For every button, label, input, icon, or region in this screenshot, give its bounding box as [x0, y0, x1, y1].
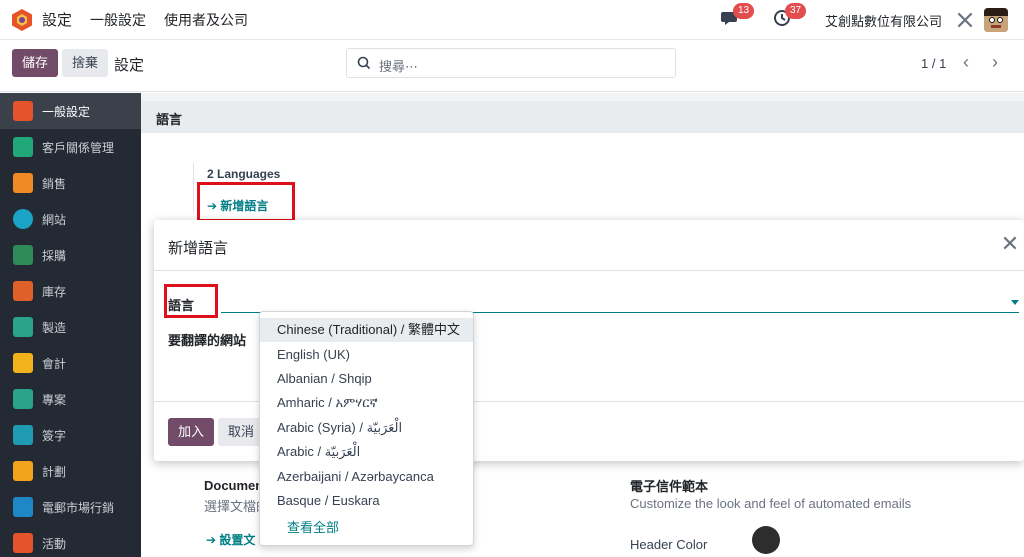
sidebar-item-crm[interactable]: 客戶關係管理: [0, 129, 141, 165]
project-icon: [13, 389, 33, 409]
sidebar-item-label: 活動: [42, 536, 67, 551]
pager-prev-icon[interactable]: ‹: [954, 50, 978, 76]
sidebar-item-website[interactable]: 網站: [0, 201, 141, 237]
close-icon[interactable]: ✕: [998, 232, 1022, 256]
section-header-languages: 語言: [141, 101, 1024, 133]
pager-value[interactable]: 1 / 1: [921, 56, 946, 71]
language-count: 2 Languages: [207, 167, 281, 181]
activities-button[interactable]: 37: [773, 3, 807, 31]
language-dropdown: Chinese (Traditional) / 繁體中文 English (UK…: [259, 311, 474, 546]
cancel-button[interactable]: 取消: [218, 418, 265, 446]
add-button[interactable]: 加入: [168, 418, 215, 446]
top-right-tray: 13 37 艾創點數位有限公司: [720, 0, 1008, 40]
sales-icon: [13, 173, 33, 193]
dialog-title: 新增語言: [168, 240, 229, 257]
sidebar-item-inventory[interactable]: 庫存: [0, 273, 141, 309]
sidebar-item-label: 電郵市場行銷: [42, 500, 115, 515]
highlight-box-add-language: [197, 182, 295, 222]
sign-icon: [13, 425, 33, 445]
sidebar-item-label: 庫存: [42, 284, 67, 299]
dropdown-option[interactable]: Basque / Euskara: [260, 489, 473, 513]
messages-button[interactable]: 13: [720, 3, 755, 31]
user-avatar[interactable]: [984, 8, 1008, 32]
sidebar-item-manufacturing[interactable]: 製造: [0, 309, 141, 345]
top-navbar: 設定 一般設定 使用者及公司 13 37 艾創點數位有限公司: [0, 0, 1024, 40]
save-button[interactable]: 儲存: [12, 49, 59, 77]
dropdown-option[interactable]: English (UK): [260, 343, 473, 367]
email-template-desc: Customize the look and feel of automated…: [630, 496, 912, 511]
search-input[interactable]: 搜尋⋯: [346, 48, 676, 78]
dropdown-option[interactable]: Arabic (Syria) / الْعَرَبيّة: [260, 416, 473, 440]
sidebar-item-label: 簽字: [42, 428, 67, 443]
accounting-icon: [13, 353, 33, 373]
pager-next-icon[interactable]: ›: [983, 50, 1007, 76]
planning-icon: [13, 461, 33, 481]
sidebar-item-label: 專案: [42, 392, 67, 407]
websites-field-label: 要翻譯的網站: [168, 333, 247, 348]
sidebar-item-label: 採購: [42, 248, 67, 263]
general-settings-icon: [13, 101, 33, 121]
app-title[interactable]: 設定: [42, 9, 72, 30]
sidebar-item-general-settings[interactable]: 一般設定: [0, 93, 141, 129]
sidebar-item-label: 一般設定: [42, 104, 91, 119]
chevron-down-icon[interactable]: [1011, 300, 1019, 305]
company-switcher[interactable]: 艾創點數位有限公司: [825, 11, 942, 30]
sidebar-item-purchase[interactable]: 採購: [0, 237, 141, 273]
dropdown-option[interactable]: Azerbaijani / Azərbaycanca: [260, 465, 473, 489]
debug-tools-icon[interactable]: [956, 11, 974, 29]
sidebar-item-label: 製造: [42, 320, 67, 335]
sidebar-item-label: 網站: [42, 212, 67, 227]
sidebar-item-sales[interactable]: 銷售: [0, 165, 141, 201]
header-color-label: Header Color: [630, 537, 708, 552]
inventory-icon: [13, 281, 33, 301]
section-title: 語言: [156, 112, 183, 127]
dropdown-option[interactable]: Chinese (Traditional) / 繁體中文: [260, 318, 473, 342]
activities-badge: 37: [784, 3, 807, 19]
setting-divider: [193, 163, 194, 213]
website-icon: [13, 209, 33, 229]
sidebar-item-label: 會計: [42, 356, 67, 371]
menu-general-settings[interactable]: 一般設定: [90, 10, 146, 30]
document-layout-title: Documen: [204, 478, 264, 493]
sidebar-item-label: 客戶關係管理: [42, 140, 115, 155]
configure-document-link[interactable]: ➔ 設置文: [206, 531, 255, 548]
view-all-link[interactable]: 查看全部: [287, 517, 339, 536]
dropdown-option[interactable]: Arabic / الْعَرَبيّة: [260, 440, 473, 464]
sidebar-item-label: 計劃: [42, 464, 67, 479]
dialog-header: 新增語言 ✕: [154, 220, 1024, 271]
breadcrumb-title: 設定: [114, 57, 145, 74]
sidebar-item-events[interactable]: 活動: [0, 525, 141, 557]
search-icon: [357, 56, 371, 70]
manufacturing-icon: [13, 317, 33, 337]
app-logo-icon[interactable]: [10, 8, 34, 32]
menu-users-companies[interactable]: 使用者及公司: [164, 10, 248, 30]
dropdown-option[interactable]: Amharic / አምሃርኛ: [260, 391, 473, 415]
crm-icon: [13, 137, 33, 157]
discard-button[interactable]: 捨棄: [62, 49, 109, 77]
header-color-picker[interactable]: [752, 526, 780, 554]
messages-badge: 13: [732, 3, 755, 19]
purchase-icon: [13, 245, 33, 265]
search-placeholder: 搜尋⋯: [379, 59, 419, 74]
sidebar-item-project[interactable]: 專案: [0, 381, 141, 417]
events-icon: [13, 533, 33, 553]
sidebar-item-email-marketing[interactable]: 電郵市場行銷: [0, 489, 141, 525]
email-marketing-icon: [13, 497, 33, 517]
sidebar-item-sign[interactable]: 簽字: [0, 417, 141, 453]
sidebar-item-accounting[interactable]: 會計: [0, 345, 141, 381]
sidebar-item-planning[interactable]: 計劃: [0, 453, 141, 489]
settings-sidebar: 一般設定 客戶關係管理 銷售 網站 採購 庫存 製造 會計 專案 簽字 計劃 電…: [0, 93, 141, 557]
control-panel: 儲存 捨棄 設定 搜尋⋯ 1 / 1 ‹ ›: [0, 40, 1024, 92]
dropdown-option[interactable]: Albanian / Shqip: [260, 367, 473, 391]
user-avatar-image: [984, 8, 1008, 32]
sidebar-item-label: 銷售: [42, 176, 67, 191]
highlight-box-language-label: [164, 284, 218, 318]
email-template-title: 電子信件範本: [630, 479, 709, 494]
